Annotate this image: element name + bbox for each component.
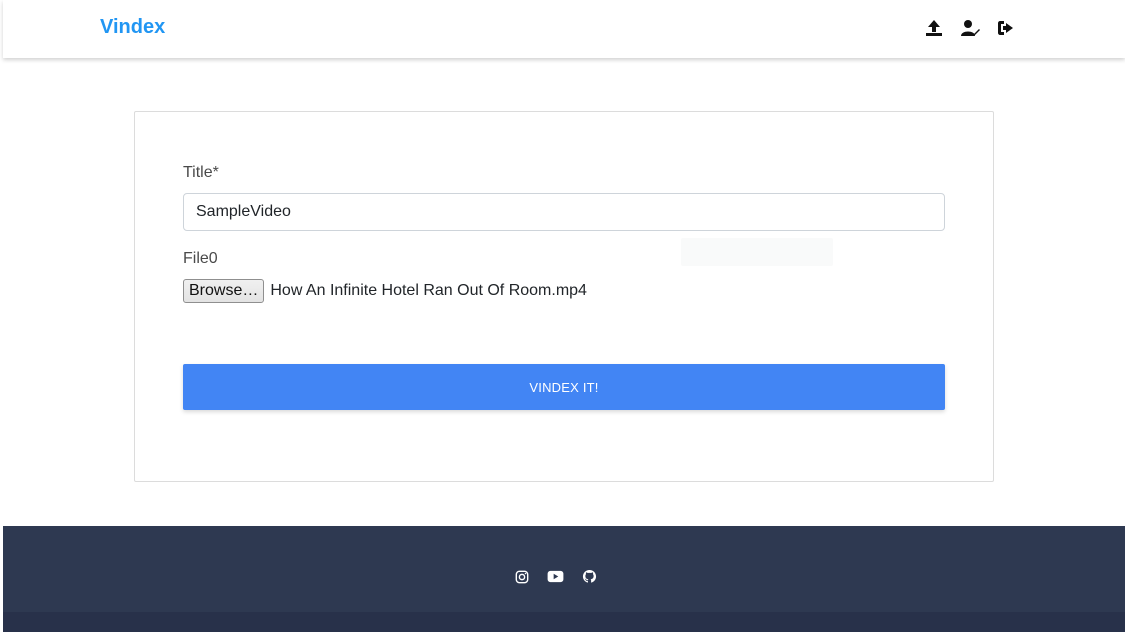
top-navbar: Vindex: [3, 0, 1125, 58]
brand-logo-link[interactable]: Vindex: [100, 16, 165, 39]
github-icon[interactable]: [581, 568, 598, 585]
upload-icon[interactable]: [923, 17, 945, 39]
youtube-icon[interactable]: [547, 568, 564, 585]
user-edit-icon[interactable]: [959, 17, 981, 39]
browse-button[interactable]: Browse…: [183, 279, 265, 303]
footer: [3, 526, 1125, 612]
title-input[interactable]: [183, 193, 945, 231]
footer-bottom-bar: [3, 612, 1125, 632]
nav-icon-group: [923, 16, 1017, 40]
file-label: File0: [183, 250, 218, 267]
upload-form-card: Title* File0 Browse… How An Infinite Hot…: [134, 111, 994, 482]
sign-out-icon[interactable]: [995, 17, 1017, 39]
selected-file-name: How An Infinite Hotel Ran Out Of Room.mp…: [270, 282, 587, 299]
vindex-submit-button[interactable]: VINDEX IT!: [183, 364, 945, 410]
instagram-icon[interactable]: [513, 568, 530, 585]
faded-tooltip: [681, 238, 833, 266]
file-input[interactable]: Browse… How An Infinite Hotel Ran Out Of…: [183, 279, 587, 303]
title-label: Title*: [183, 164, 219, 181]
social-icons: [513, 568, 598, 585]
